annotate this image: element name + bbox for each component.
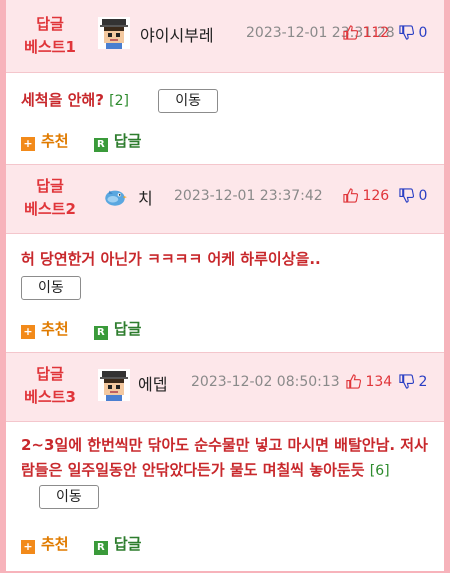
thumbs-up-icon xyxy=(346,374,362,389)
thumbs-down-icon xyxy=(399,374,415,389)
recommend-button[interactable]: + 추천 xyxy=(21,535,69,554)
recommend-button[interactable]: + 추천 xyxy=(21,132,69,151)
downvote[interactable]: 2 xyxy=(399,374,427,390)
post-datetime: 2023-12-02 08:50:13 xyxy=(191,374,340,390)
plus-icon: + xyxy=(21,137,35,151)
nickname[interactable]: 야이시부레 xyxy=(140,22,214,46)
reply-content: 2~3일에 한번씩만 닦아도 순수물만 넣고 마시면 배탈안남. 저사람들은 일… xyxy=(21,433,439,509)
reply-label: 답글 xyxy=(113,132,142,150)
recommend-label: 추천 xyxy=(41,535,69,553)
reply-label: 답글 xyxy=(113,320,142,338)
reply-count[interactable]: [6] xyxy=(370,463,390,479)
user-avatar-icon[interactable] xyxy=(98,17,130,49)
reply-r-icon: R xyxy=(93,138,108,152)
best-badge: 답글 베스트3 xyxy=(20,363,80,409)
plus-icon: + xyxy=(21,325,35,339)
user-avatar-icon[interactable] xyxy=(98,369,130,401)
best-replies-panel: 답글 베스트1 야이시부레 2023-12-01 23:31:28 112 0 … xyxy=(6,0,444,571)
reply-actions: + 추천 R 답글 xyxy=(21,533,141,555)
upvote-count: 134 xyxy=(365,374,393,390)
reply-content: 세척을 안해? [2] 이동 xyxy=(21,88,436,114)
reply-text: 허 당연한거 아닌가 ㅋㅋㅋㅋ 어케 하루이상을.. xyxy=(21,250,321,268)
downvote[interactable]: 0 xyxy=(399,188,427,204)
upvote-count: 112 xyxy=(362,25,390,41)
badge-line-1: 답글 xyxy=(36,15,64,33)
reply-content: 허 당연한거 아닌가 ㅋㅋㅋㅋ 어케 하루이상을.. 이동 xyxy=(21,247,436,300)
badge-line-2: 베스트3 xyxy=(24,388,76,406)
badge-line-2: 베스트1 xyxy=(24,38,76,56)
downvote-count: 2 xyxy=(418,374,428,390)
recommend-button[interactable]: + 추천 xyxy=(21,320,69,339)
reply-count[interactable]: [2] xyxy=(109,93,129,109)
reply-r-icon: R xyxy=(93,326,108,340)
badge-line-2: 베스트2 xyxy=(24,200,76,218)
reply-button[interactable]: R 답글 xyxy=(93,535,142,555)
reply-label: 답글 xyxy=(113,535,142,553)
upvote[interactable]: 112 xyxy=(343,25,389,41)
plus-icon: + xyxy=(21,540,35,554)
downvote-count: 0 xyxy=(418,188,428,204)
post-datetime: 2023-12-01 23:37:42 xyxy=(174,188,323,204)
move-button[interactable]: 이동 xyxy=(39,484,99,509)
downvote[interactable]: 0 xyxy=(399,25,427,41)
thumbs-up-icon xyxy=(343,188,359,203)
best-badge: 답글 베스트2 xyxy=(20,175,80,221)
thumbs-down-icon xyxy=(399,25,415,40)
recommend-label: 추천 xyxy=(41,132,69,150)
reply-header: 답글 베스트3 에뎁 2023-12-02 08:50:13 134 2 xyxy=(6,353,444,422)
reply-actions: + 추천 R 답글 xyxy=(21,130,141,152)
downvote-count: 0 xyxy=(418,25,428,41)
upvote[interactable]: 134 xyxy=(346,374,392,390)
reply-button[interactable]: R 답글 xyxy=(93,320,142,340)
nickname[interactable]: 에뎁 xyxy=(138,371,167,395)
move-button[interactable]: 이동 xyxy=(21,275,81,300)
reply-text: 세척을 안해? xyxy=(21,91,104,109)
reply-text: 2~3일에 한번씩만 닦아도 순수물만 넣고 마시면 배탈안남. 저사람들은 일… xyxy=(21,436,428,479)
move-button[interactable]: 이동 xyxy=(158,88,219,113)
reply-actions: + 추천 R 답글 xyxy=(21,318,141,340)
badge-line-1: 답글 xyxy=(36,177,64,195)
badge-line-1: 답글 xyxy=(36,365,64,383)
nickname[interactable]: 치 xyxy=(138,185,153,209)
reply-header: 답글 베스트2 치 2023-12-01 23:37:42 126 0 xyxy=(6,165,444,234)
reply-button[interactable]: R 답글 xyxy=(93,132,142,152)
upvote-count: 126 xyxy=(362,188,390,204)
best-badge: 답글 베스트1 xyxy=(20,13,80,59)
upvote[interactable]: 126 xyxy=(343,188,389,204)
reply-r-icon: R xyxy=(93,541,108,555)
recommend-label: 추천 xyxy=(41,320,69,338)
bird-avatar-icon[interactable] xyxy=(102,183,128,209)
reply-header: 답글 베스트1 야이시부레 2023-12-01 23:31:28 112 0 xyxy=(6,0,444,73)
thumbs-down-icon xyxy=(399,188,415,203)
thumbs-up-icon xyxy=(343,25,359,40)
